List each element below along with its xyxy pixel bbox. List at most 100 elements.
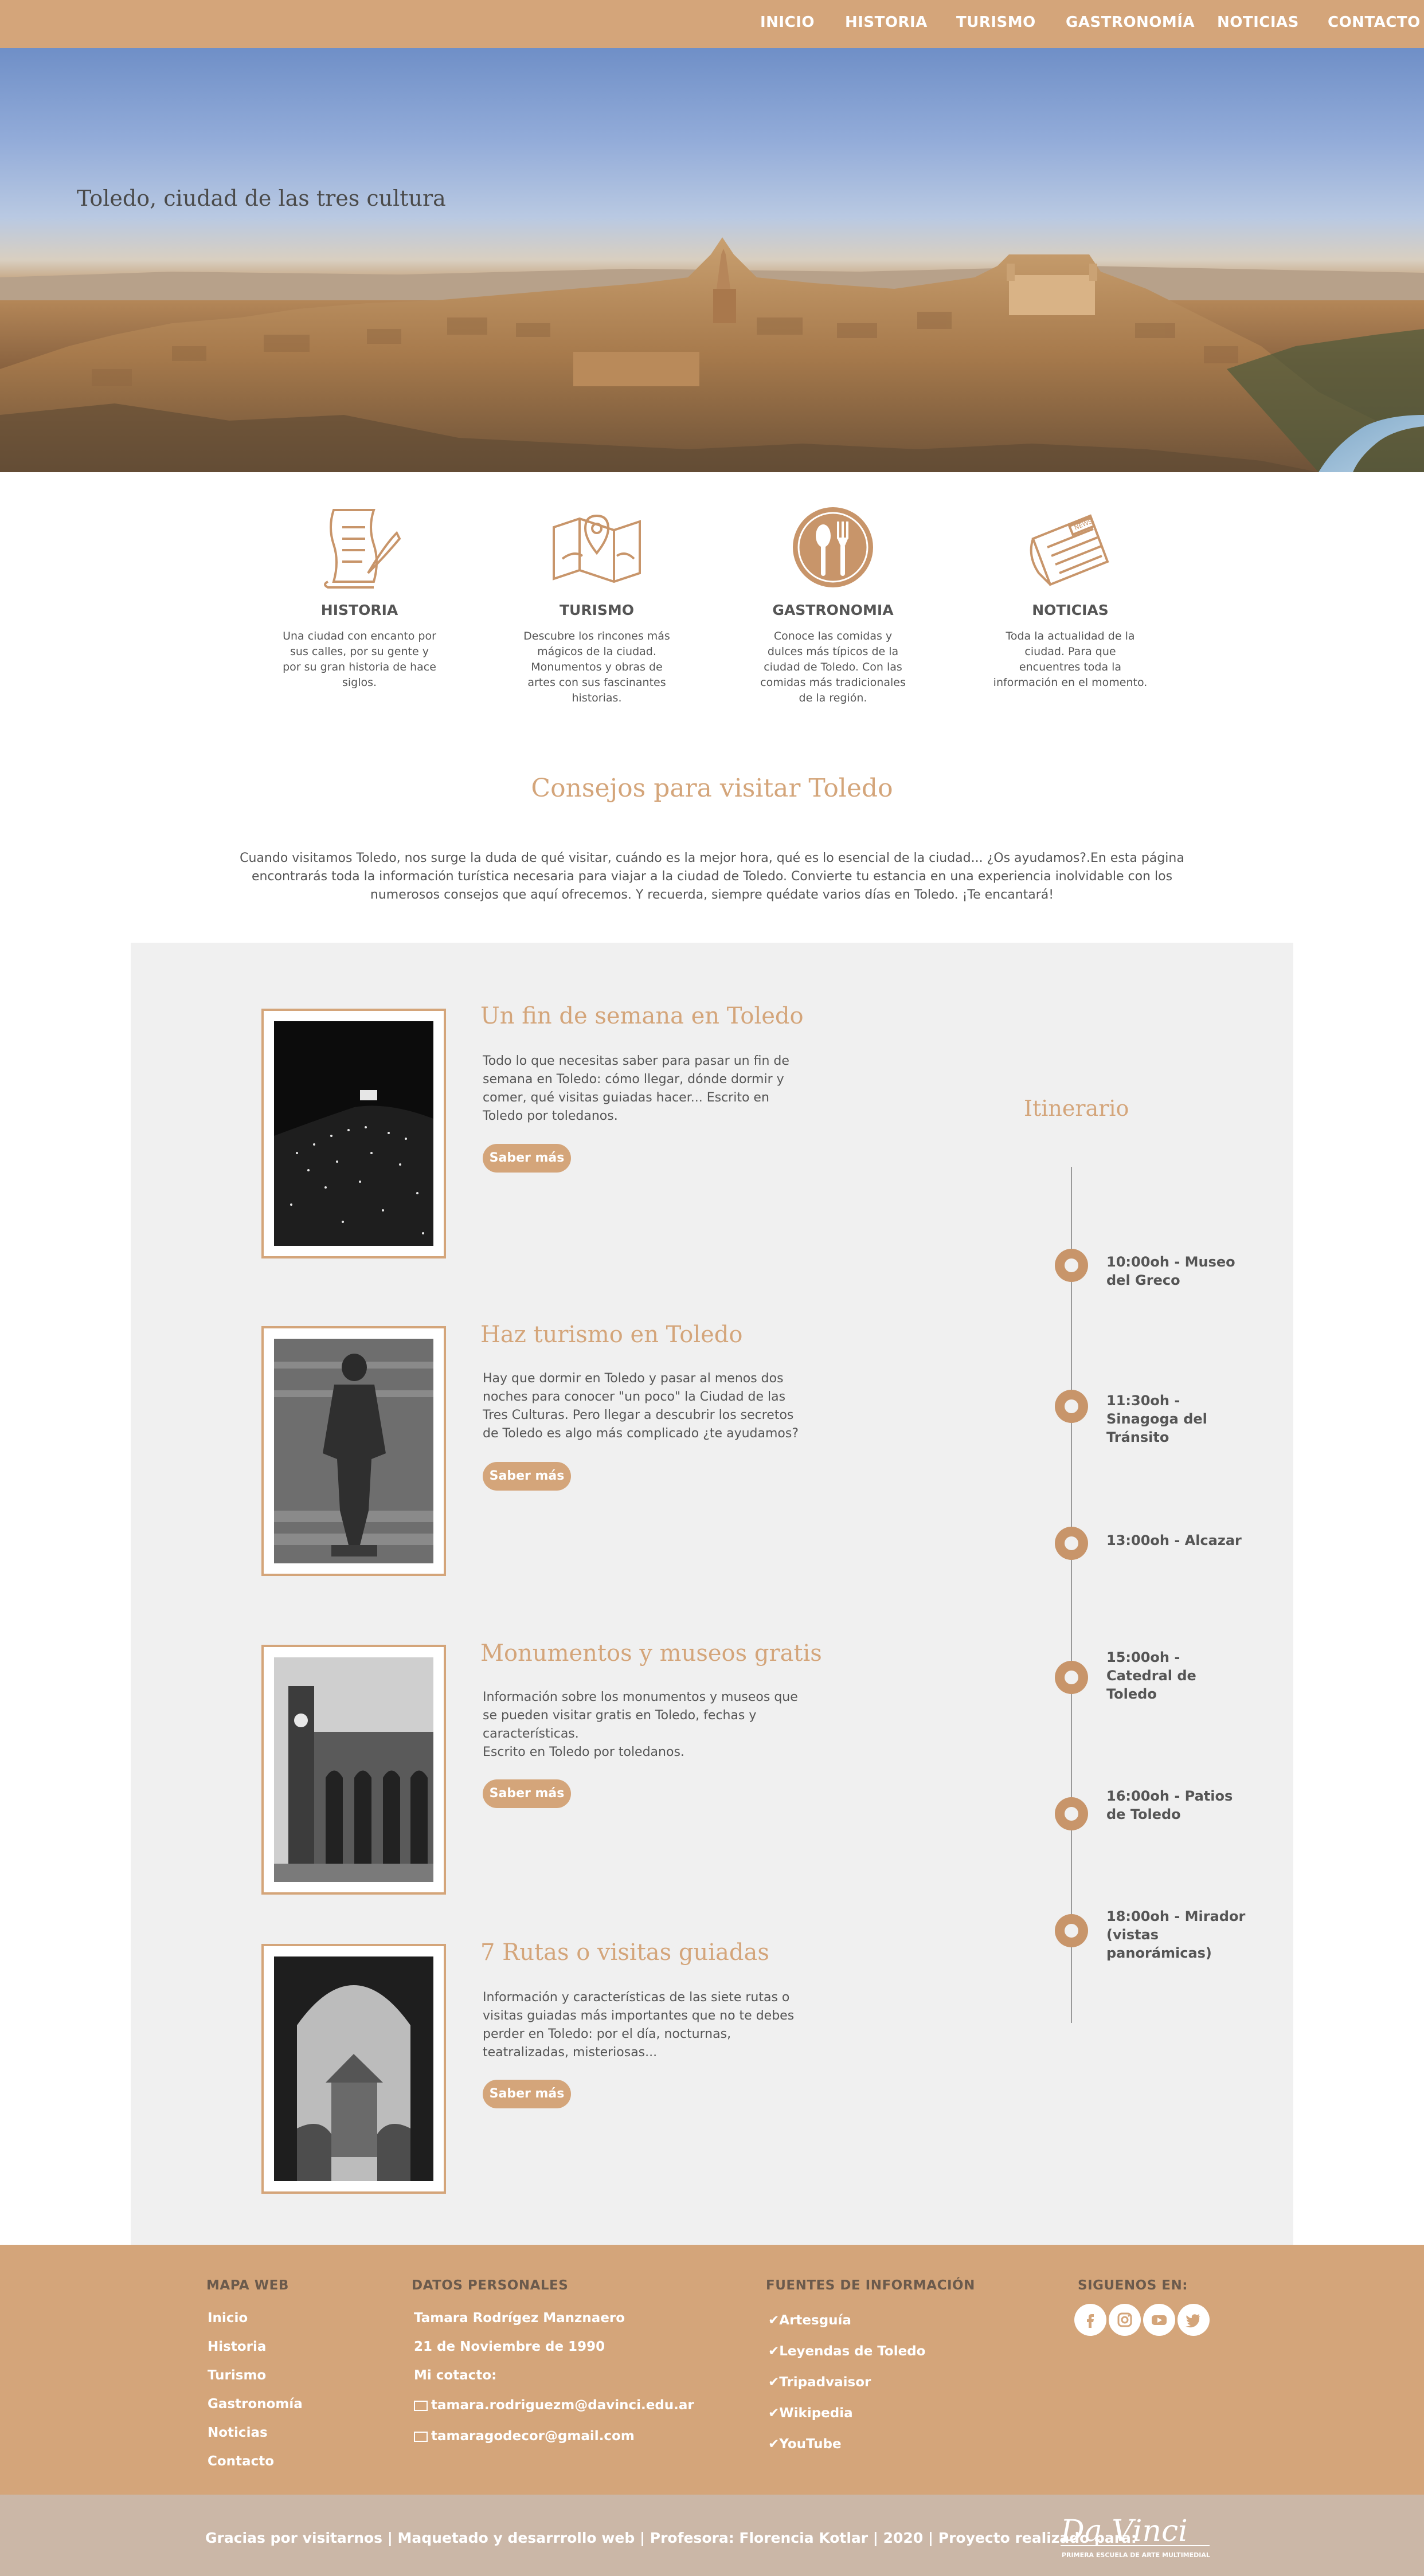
card-title[interactable]: Haz turismo en Toledo	[480, 1322, 742, 1348]
follow-heading: SIGUENOS EN:	[1078, 2278, 1188, 2293]
feature-historia[interactable]: HISTORIA Una ciudad con encanto por sus …	[276, 504, 443, 691]
itinerary-item: 16:00oh - Patios de Toledo	[1106, 1788, 1233, 1822]
mail-icon	[414, 2400, 428, 2411]
timeline-line	[1071, 1167, 1072, 2023]
card-image-frame	[261, 1009, 446, 1258]
timeline-dot	[1055, 1527, 1088, 1560]
facebook-icon[interactable]	[1074, 2304, 1106, 2336]
itinerary-title: Itinerario	[1024, 1096, 1129, 1121]
nav-gastronomia[interactable]: GASTRONOMÍA	[1066, 14, 1195, 31]
scroll-quill-icon	[324, 509, 401, 589]
card-text: Todo lo que necesitas saber para pasar u…	[483, 1054, 789, 1123]
source-link-artesguia[interactable]: ✔Artesguía	[768, 2313, 851, 2328]
nav-noticias[interactable]: NOTICIAS	[1217, 14, 1299, 31]
author-date: 21 de Noviembre de 1990	[414, 2339, 605, 2354]
source-label: YouTube	[779, 2437, 842, 2452]
timeline-dot	[1055, 1914, 1088, 1947]
email-link-1[interactable]: tamara.rodriguezm@davinci.edu.ar	[414, 2398, 694, 2413]
feature-title: TURISMO	[559, 602, 635, 618]
source-label: Tripadvaisor	[779, 2375, 871, 2390]
card-image-frame	[261, 1326, 446, 1576]
instagram-icon[interactable]	[1109, 2304, 1141, 2336]
footer-link-historia[interactable]: Historia	[208, 2339, 266, 2354]
email-link-2[interactable]: tamaragodecor@gmail.com	[414, 2429, 635, 2444]
feature-title: NOTICIAS	[1032, 602, 1109, 618]
source-link-leyendas[interactable]: ✔Leyendas de Toledo	[768, 2344, 925, 2359]
youtube-icon[interactable]	[1143, 2304, 1175, 2336]
personal-data-heading: DATOS PERSONALES	[412, 2278, 569, 2293]
credits-text: Gracias por visitarnos | Maquetado y des…	[205, 2530, 1137, 2546]
sources-heading: FUENTES DE INFORMACIÓN	[766, 2278, 975, 2293]
card-text: Hay que dormir en Toledo y pasar al meno…	[483, 1371, 799, 1441]
gate-arch-photo	[274, 1956, 433, 2181]
source-label: Leyendas de Toledo	[779, 2344, 926, 2359]
footer-link-gastronomia[interactable]: Gastronomía	[208, 2397, 303, 2412]
source-label: Artesguía	[779, 2313, 851, 2328]
newspaper-icon: NEWS	[1030, 514, 1109, 586]
footer-link-noticias[interactable]: Noticias	[208, 2425, 268, 2440]
footer-link-contacto[interactable]: Contacto	[208, 2454, 274, 2469]
toledo-panorama-image	[0, 237, 1424, 472]
advice-section-title: Consejos para visitar Toledo	[531, 774, 893, 803]
check-icon: ✔	[768, 2313, 780, 2328]
feature-description: Conoce las comidas y dulces más típicos …	[760, 630, 906, 704]
timeline-dot	[1055, 1797, 1088, 1830]
feature-title: HISTORIA	[320, 602, 398, 618]
saber-mas-button[interactable]: Saber más	[483, 2080, 571, 2108]
saber-mas-button[interactable]: Saber más	[483, 1144, 571, 1173]
author-name: Tamara Rodrígez Manznaero	[414, 2311, 625, 2326]
card-image-frame	[261, 1645, 446, 1895]
footer-link-turismo[interactable]: Turismo	[208, 2368, 266, 2383]
email-text: tamara.rodriguezm@davinci.edu.ar	[431, 2398, 694, 2413]
itinerary-item: 18:00oh - Mirador (vistas panorámicas)	[1106, 1908, 1246, 1961]
timeline-dot	[1055, 1249, 1088, 1282]
card-title[interactable]: Monumentos y museos gratis	[480, 1640, 822, 1667]
card-text-line: Información sobre los monumentos y museo…	[483, 1690, 798, 1741]
spoon-fork-icon	[793, 507, 873, 587]
nav-contacto[interactable]: CONTACTO	[1328, 14, 1421, 31]
timeline-dot	[1055, 1390, 1088, 1423]
advice-intro: Cuando visitamos Toledo, nos surge la du…	[240, 851, 1184, 902]
station-building-photo	[274, 1657, 433, 1882]
card-title[interactable]: 7 Rutas o visitas guiadas	[480, 1939, 769, 1966]
map-pin-icon	[553, 514, 641, 583]
nav-inicio[interactable]: INICIO	[760, 14, 815, 31]
feature-description: Toda la actualidad de la ciudad. Para qu…	[993, 630, 1148, 689]
itinerary-item: 15:00oh - Catedral de Toledo	[1106, 1649, 1196, 1702]
check-icon: ✔	[768, 2406, 780, 2421]
nav-historia[interactable]: HISTORIA	[845, 14, 928, 31]
contact-label: Mi cotacto:	[414, 2368, 497, 2383]
nav-turismo[interactable]: TURISMO	[956, 14, 1036, 31]
source-link-wikipedia[interactable]: ✔Wikipedia	[768, 2406, 853, 2421]
top-navbar: INICIO HISTORIA TURISMO GASTRONOMÍA NOTI…	[0, 0, 1424, 48]
card-image-frame	[261, 1944, 446, 2194]
hero-title: Toledo, ciudad de las tres cultura	[77, 186, 446, 211]
feature-title: GASTRONOMIA	[772, 602, 894, 618]
card-text-line: Escrito en Toledo por toledanos.	[483, 1745, 684, 1759]
svg-text:Da Vinci: Da Vinci	[1060, 2514, 1188, 2548]
twitter-icon[interactable]	[1177, 2304, 1210, 2336]
timeline-dot	[1055, 1661, 1088, 1694]
feature-description: Descubre los rincones más mágicos de la …	[523, 630, 670, 704]
feature-noticias[interactable]: NEWS NOTICIAS Toda la actualidad de la c…	[987, 504, 1153, 691]
source-link-tripadvisor[interactable]: ✔Tripadvaisor	[768, 2375, 871, 2390]
check-icon: ✔	[768, 2344, 780, 2359]
feature-gastronomia[interactable]: GASTRONOMIA Conoce las comidas y dulces …	[750, 504, 916, 706]
statue-photo	[274, 1339, 433, 1563]
source-label: Wikipedia	[779, 2406, 853, 2421]
footer-link-inicio[interactable]: Inicio	[208, 2311, 248, 2326]
card-title[interactable]: Un fin de semana en Toledo	[480, 1003, 804, 1029]
card-text: Información y características de las sie…	[483, 1990, 795, 2060]
source-link-youtube[interactable]: ✔YouTube	[768, 2437, 842, 2452]
feature-turismo[interactable]: TURISMO Descubre los rincones más mágico…	[514, 504, 680, 706]
mail-icon	[414, 2431, 428, 2442]
svg-text:PRIMERA ESCUELA DE ARTE MULTIM: PRIMERA ESCUELA DE ARTE MULTIMEDIAL	[1062, 2551, 1210, 2559]
davinci-logo[interactable]: Da Vinci PRIMERA ESCUELA DE ARTE MULTIME…	[1055, 2511, 1227, 2563]
itinerary-item: 10:00oh - Museo del Greco	[1106, 1254, 1235, 1288]
feature-description: Una ciudad con encanto por sus calles, p…	[283, 630, 436, 689]
card-text: Información sobre los monumentos y museo…	[483, 1688, 804, 1762]
toledo-night-photo	[274, 1021, 433, 1246]
email-text: tamaragodecor@gmail.com	[431, 2429, 635, 2444]
saber-mas-button[interactable]: Saber más	[483, 1779, 571, 1808]
saber-mas-button[interactable]: Saber más	[483, 1462, 571, 1491]
